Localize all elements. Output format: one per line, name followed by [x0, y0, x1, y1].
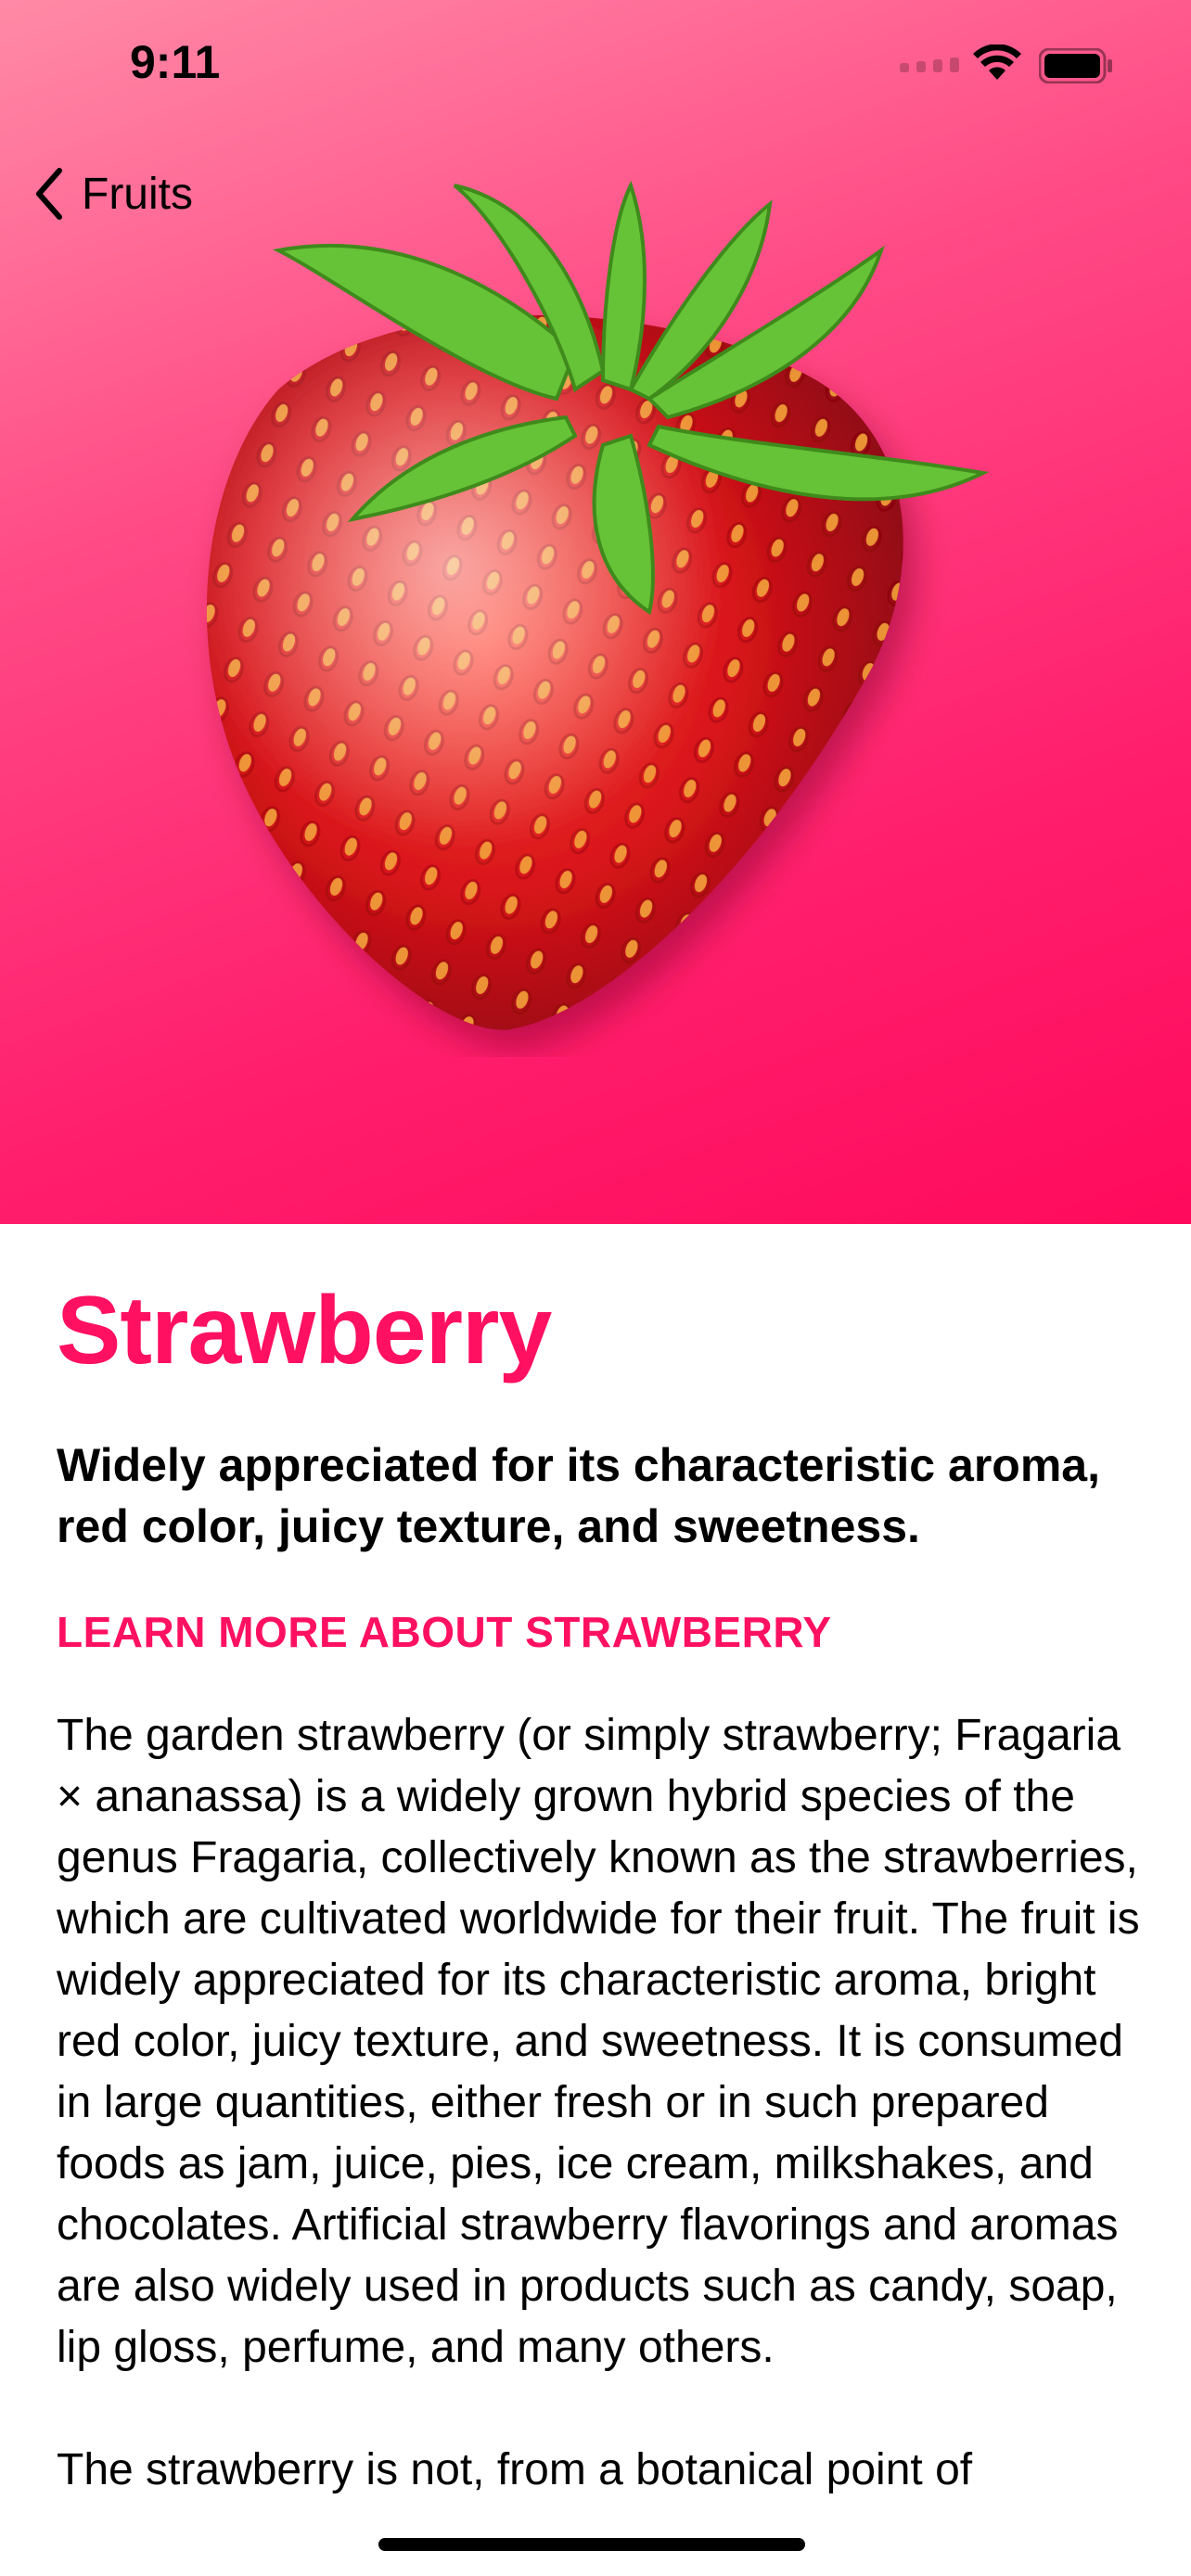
hero-header: 9:11 Fruits — [0, 0, 1191, 1224]
fruit-title: Strawberry — [57, 1277, 552, 1384]
fruit-description-continued: The strawberry is not, from a botanical … — [57, 2445, 973, 2494]
fruit-headline: Widely appreciated for its characteristi… — [57, 1439, 1100, 1552]
learn-more-link[interactable]: LEARN MORE ABOUT STRAWBERRY — [57, 1607, 1142, 1657]
fruit-description: The garden strawberry (or simply strawbe… — [57, 1711, 1140, 2372]
battery-icon — [1039, 48, 1112, 83]
home-indicator[interactable] — [378, 2538, 805, 2551]
cellular-signal-icon — [900, 57, 959, 72]
back-button[interactable]: Fruits — [33, 161, 193, 226]
fruit-detail-content: Strawberry Widely appreciated for its ch… — [57, 1224, 1142, 2501]
wifi-icon — [973, 45, 1021, 80]
strawberry-image — [206, 180, 990, 1030]
back-button-label: Fruits — [82, 169, 193, 219]
status-bar: 9:11 — [0, 0, 1191, 130]
status-time: 9:11 — [130, 36, 221, 88]
chevron-left-icon — [36, 168, 62, 220]
